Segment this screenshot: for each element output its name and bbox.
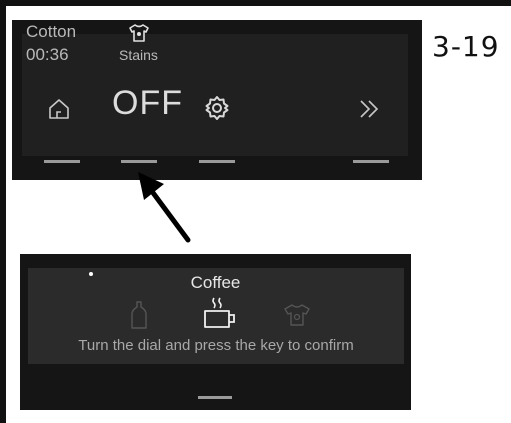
time-remaining: 00:36 <box>26 45 69 64</box>
indicator-bar-2 <box>121 160 157 163</box>
indicator-bar-4 <box>353 160 389 163</box>
indicator-bar-3 <box>199 160 235 163</box>
frame-left-border <box>0 0 6 423</box>
home-icon[interactable] <box>47 97 71 121</box>
stains-shirt-icon <box>129 24 149 42</box>
shirt-icon[interactable] <box>283 303 311 327</box>
pointer-arrow-icon <box>138 172 191 243</box>
option-label[interactable]: Stains <box>119 47 158 63</box>
coffee-cup-icon[interactable] <box>201 296 237 330</box>
gear-icon[interactable] <box>203 94 231 122</box>
bottle-icon[interactable] <box>129 301 149 329</box>
instruction-text: Turn the dial and press the key to confi… <box>78 337 354 354</box>
figure-number: 3-19 <box>432 30 500 63</box>
option-value[interactable]: OFF <box>112 84 183 123</box>
indicator-bar-1 <box>44 160 80 163</box>
forward-double-chevron-icon[interactable] <box>357 97 383 121</box>
program-name[interactable]: Cotton <box>26 22 76 42</box>
stain-type-title: Coffee <box>190 273 241 292</box>
frame-top-border <box>0 0 511 6</box>
bottom-indicator-bar <box>198 396 232 399</box>
